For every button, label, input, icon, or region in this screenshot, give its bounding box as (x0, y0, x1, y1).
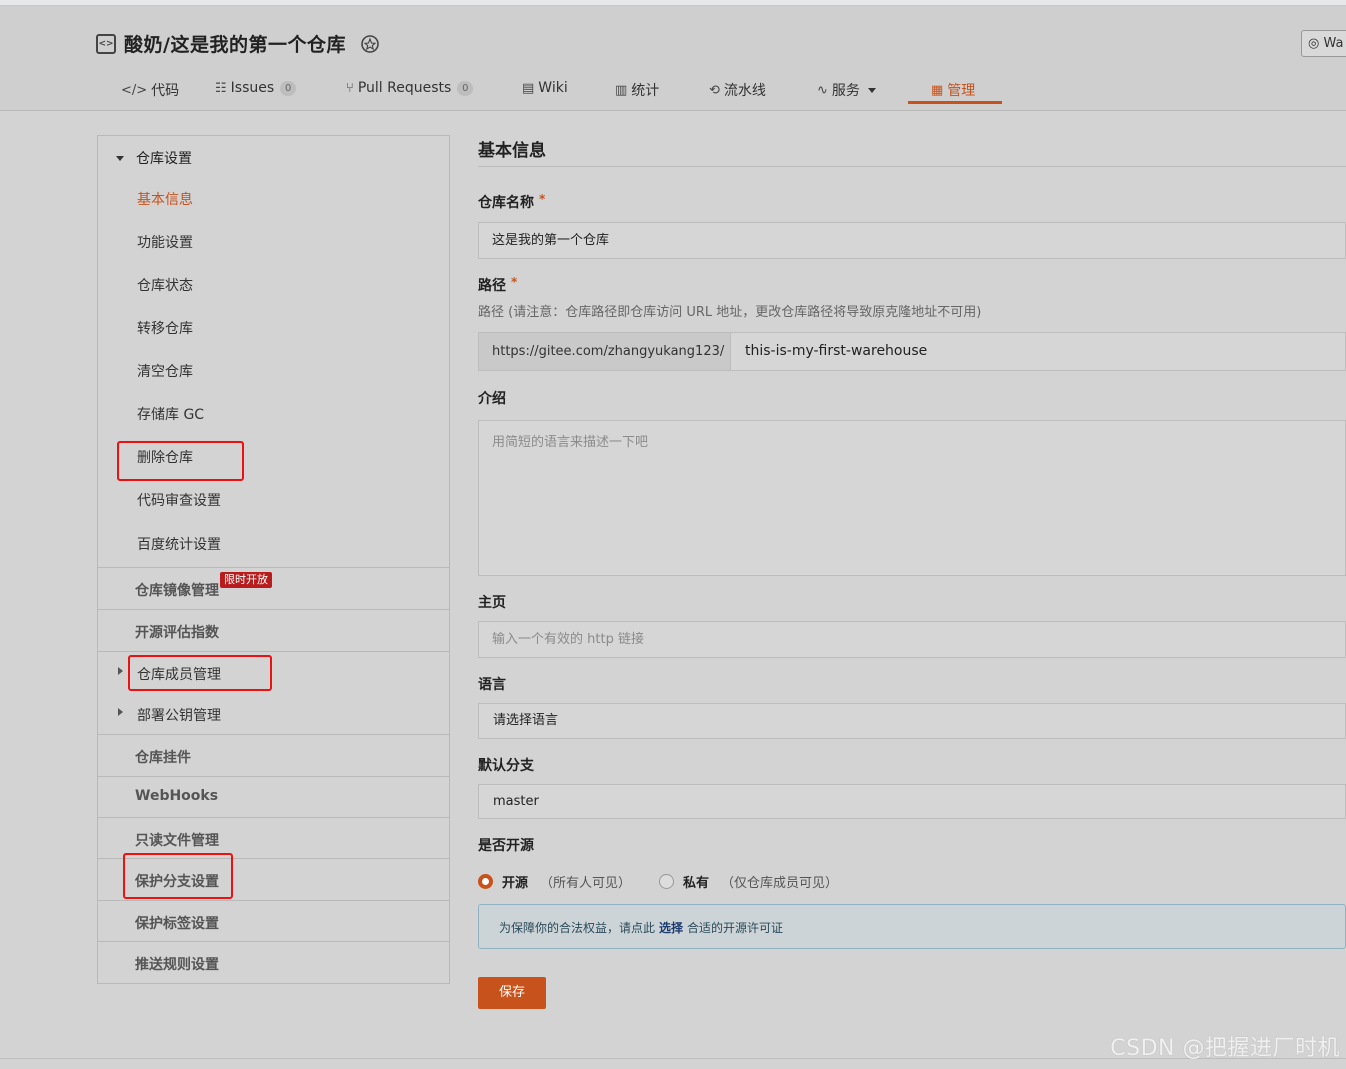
sidebar-item-clear[interactable]: 清空仓库 (137, 361, 193, 381)
badge-icon[interactable] (360, 34, 380, 54)
watch-button[interactable]: ◎ Wa (1301, 30, 1346, 57)
issues-count: 0 (280, 80, 297, 96)
caret-right-icon (118, 667, 123, 675)
repo-title: <> 酸奶/这是我的第一个仓库 (96, 30, 380, 57)
save-button[interactable]: 保存 (478, 977, 546, 1009)
sidebar-item-deploy-keys[interactable]: 部署公钥管理 (98, 693, 449, 735)
sidebar-item-features[interactable]: 功能设置 (137, 232, 193, 252)
tab-manage[interactable]: ▦ 管理 (931, 80, 975, 100)
path-hint: 路径 (请注意：仓库路径即仓库访问 URL 地址，更改仓库路径将导致原克隆地址不… (478, 305, 982, 320)
code-icon: </> (121, 82, 148, 98)
section-title: 基本信息 (478, 141, 546, 161)
pull-request-icon: ⑂ (346, 80, 354, 96)
highlight-box-protected-branches (123, 853, 233, 899)
manage-icon: ▦ (931, 82, 944, 98)
sidebar-item-baidu-stats[interactable]: 百度统计设置 (137, 534, 221, 554)
homepage-input[interactable]: 输入一个有效的 http 链接 (478, 621, 1346, 658)
tab-pipeline[interactable]: ⟲ 流水线 (709, 80, 766, 100)
repo-name[interactable]: 酸奶/这是我的第一个仓库 (124, 30, 346, 57)
repo-code-icon: <> (96, 33, 116, 54)
tab-code[interactable]: </> 代码 (121, 80, 179, 100)
pipeline-icon: ⟲ (709, 82, 720, 98)
tab-pull-requests[interactable]: ⑂ Pull Requests 0 (346, 80, 474, 96)
path-label: 路径 * (478, 275, 518, 294)
sidebar-item-mirror[interactable]: 仓库镜像管理 限时开放 (98, 567, 449, 609)
visibility-radio-group: 开源 （所有人可见） 私有 （仅仓库成员可见） (478, 872, 866, 891)
license-notice: 为保障你的合法权益，请点此 选择 合适的开源许可证 (478, 904, 1346, 949)
highlight-box-delete (117, 441, 244, 481)
sidebar-item-gc[interactable]: 存储库 GC (137, 404, 204, 424)
sidebar-item-push-rules[interactable]: 推送规则设置 (98, 941, 449, 983)
sidebar-item-protected-tags[interactable]: 保护标签设置 (98, 900, 449, 942)
service-icon: ∿ (817, 82, 828, 98)
sidebar-item-repo-status[interactable]: 仓库状态 (137, 275, 193, 295)
radio-open[interactable] (478, 874, 493, 889)
path-input-group: https://gitee.com/zhangyukang123/ this-i… (478, 332, 1346, 371)
issues-icon: ☷ (215, 80, 227, 96)
path-input[interactable]: this-is-my-first-warehouse (745, 333, 927, 370)
repo-tabs: </> 代码 ☷ Issues 0 ⑂ Pull Requests 0 ▤ Wi… (0, 74, 1346, 112)
caret-down-icon (116, 155, 124, 161)
sidebar-item-oss-index[interactable]: 开源评估指数 (98, 609, 449, 651)
repo-name-input[interactable]: 这是我的第一个仓库 (478, 222, 1346, 259)
sidebar-item-webhooks[interactable]: WebHooks (98, 776, 449, 818)
wiki-icon: ▤ (522, 80, 535, 96)
choose-license-link[interactable]: 选择 (659, 921, 683, 935)
intro-textarea[interactable]: 用简短的语言来描述一下吧 (478, 420, 1346, 576)
radio-private[interactable] (659, 874, 675, 889)
language-select[interactable]: 请选择语言 (478, 703, 1346, 739)
tab-service[interactable]: ∿ 服务 (817, 80, 876, 100)
active-tab-indicator (908, 101, 1002, 104)
tab-stats[interactable]: ▥ 统计 (615, 80, 659, 100)
highlight-box-members (128, 655, 272, 691)
eye-icon: ◎ (1308, 36, 1320, 51)
sidebar-item-basic-info[interactable]: 基本信息 (137, 189, 193, 209)
sidebar-item-widgets[interactable]: 仓库挂件 (98, 734, 449, 776)
tab-wiki[interactable]: ▤ Wiki (522, 80, 568, 96)
stats-icon: ▥ (615, 82, 628, 98)
intro-label: 介绍 (478, 391, 506, 407)
watermark: CSDN @把握进厂时机 (1110, 1036, 1340, 1061)
path-prefix: https://gitee.com/zhangyukang123/ (479, 333, 731, 370)
homepage-label: 主页 (478, 595, 506, 611)
default-branch-select[interactable]: master (478, 784, 1346, 819)
tab-issues[interactable]: ☷ Issues 0 (215, 80, 297, 96)
default-branch-label: 默认分支 (478, 758, 534, 774)
sidebar-item-transfer[interactable]: 转移仓库 (137, 318, 193, 338)
chevron-down-icon (867, 87, 876, 93)
repo-header: <> 酸奶/这是我的第一个仓库 ◎ Wa </> 代码 ☷ Issues 0 ⑂… (0, 6, 1346, 111)
divider (478, 166, 1346, 167)
sidebar-item-code-review[interactable]: 代码审查设置 (137, 490, 221, 510)
opensource-label: 是否开源 (478, 838, 534, 854)
sidebar-group-repo-settings[interactable]: 仓库设置 (116, 148, 192, 168)
caret-right-icon (118, 708, 123, 716)
pull-requests-count: 0 (457, 80, 474, 96)
language-label: 语言 (478, 677, 506, 693)
repo-name-label: 仓库名称 * (478, 192, 546, 211)
limited-badge: 限时开放 (220, 572, 272, 588)
